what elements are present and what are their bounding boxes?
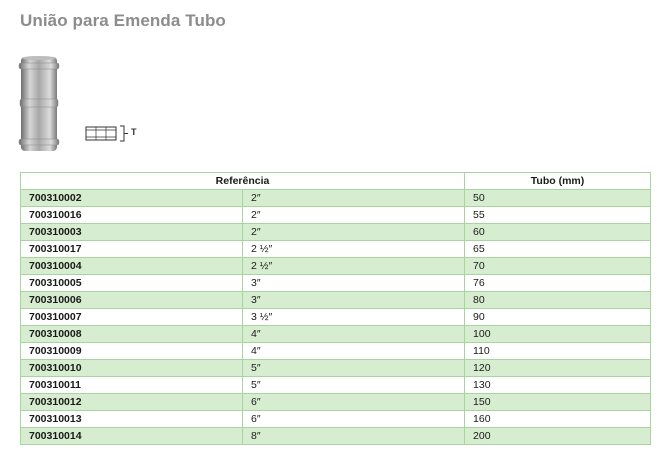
- tube-diameter-cell: 150: [464, 393, 652, 411]
- tube-diameter-cell: 110: [464, 342, 652, 360]
- reference-code-cell: 700310014: [20, 427, 243, 445]
- table-row: 700310008 4″ 100: [20, 325, 652, 343]
- size-cell: 3 ½″: [241, 308, 466, 326]
- tube-diameter-cell: 80: [464, 291, 652, 309]
- table-row: 700310013 6″ 160: [20, 410, 652, 428]
- size-cell: 3″: [241, 291, 466, 309]
- table-header-row: Referência Tubo (mm): [19, 172, 652, 190]
- tube-diameter-cell: 76: [464, 274, 652, 292]
- size-cell: 4″: [241, 325, 466, 343]
- size-cell: 2″: [241, 206, 466, 224]
- size-cell: 8″: [241, 427, 466, 445]
- reference-code-cell: 700310007: [20, 308, 243, 326]
- tube-diameter-cell: 65: [464, 240, 652, 258]
- table-body: 700310002 2″ 50 700310016 2″ 55 700310003 2″ 60 7…: [20, 189, 652, 445]
- reference-column-header: Referência: [19, 172, 466, 190]
- tube-column-header: Tubo (mm): [464, 172, 652, 190]
- table-row: 700310010 5″ 120: [20, 359, 652, 377]
- reference-code-cell: 700310017: [20, 240, 243, 258]
- table-row: 700310002 2″ 50: [20, 189, 652, 207]
- tube-diameter-cell: 70: [464, 257, 652, 275]
- reference-code-cell: 700310008: [20, 325, 243, 343]
- table-row: 700310005 3″ 76: [20, 274, 652, 292]
- size-cell: 2 ½″: [241, 240, 466, 258]
- table-row: 700310007 3 ½″ 90: [20, 308, 652, 326]
- table-row: 700310003 2″ 60: [20, 223, 652, 241]
- specification-table: Referência Tubo (mm) 700310002 2″ 50 700310…: [19, 172, 652, 445]
- table-row: 700310012 6″ 150: [20, 393, 652, 411]
- tube-diameter-cell: 60: [464, 223, 652, 241]
- tube-diameter-cell: 90: [464, 308, 652, 326]
- tube-diameter-cell: 100: [464, 325, 652, 343]
- table-row: 700310004 2 ½″ 70: [20, 257, 652, 275]
- reference-code-cell: 700310004: [20, 257, 243, 275]
- page-title: União para Emenda Tubo: [20, 11, 226, 30]
- reference-code-cell: 700310003: [20, 223, 243, 241]
- pipe-union-photo: [18, 56, 60, 151]
- size-cell: 5″: [241, 376, 466, 394]
- tube-diameter-cell: 55: [464, 206, 652, 224]
- reference-code-cell: 700310006: [20, 291, 243, 309]
- table-row: 700310006 3″ 80: [20, 291, 652, 309]
- reference-code-cell: 700310011: [20, 376, 243, 394]
- dimension-t-label: T: [131, 127, 137, 137]
- reference-code-cell: 700310012: [20, 393, 243, 411]
- reference-code-cell: 700310005: [20, 274, 243, 292]
- tube-diameter-cell: 200: [464, 427, 652, 445]
- size-cell: 5″: [241, 359, 466, 377]
- reference-code-cell: 700310013: [20, 410, 243, 428]
- reference-code-cell: 700310010: [20, 359, 243, 377]
- size-cell: 4″: [241, 342, 466, 360]
- size-cell: 2″: [241, 189, 466, 207]
- size-cell: 6″: [241, 410, 466, 428]
- size-cell: 2″: [241, 223, 466, 241]
- tube-diameter-cell: 160: [464, 410, 652, 428]
- size-cell: 3″: [241, 274, 466, 292]
- table-row: 700310011 5″ 130: [20, 376, 652, 394]
- tube-diameter-cell: 50: [464, 189, 652, 207]
- table-row: 700310009 4″ 110: [20, 342, 652, 360]
- tube-diameter-cell: 130: [464, 376, 652, 394]
- table-row: 700310016 2″ 55: [20, 206, 652, 224]
- tube-diameter-cell: 120: [464, 359, 652, 377]
- size-cell: 6″: [241, 393, 466, 411]
- reference-code-cell: 700310016: [20, 206, 243, 224]
- size-cell: 2 ½″: [241, 257, 466, 275]
- reference-code-cell: 700310002: [20, 189, 243, 207]
- table-row: 700310014 8″ 200: [20, 427, 652, 445]
- reference-code-cell: 700310009: [20, 342, 243, 360]
- table-row: 700310017 2 ½″ 65: [20, 240, 652, 258]
